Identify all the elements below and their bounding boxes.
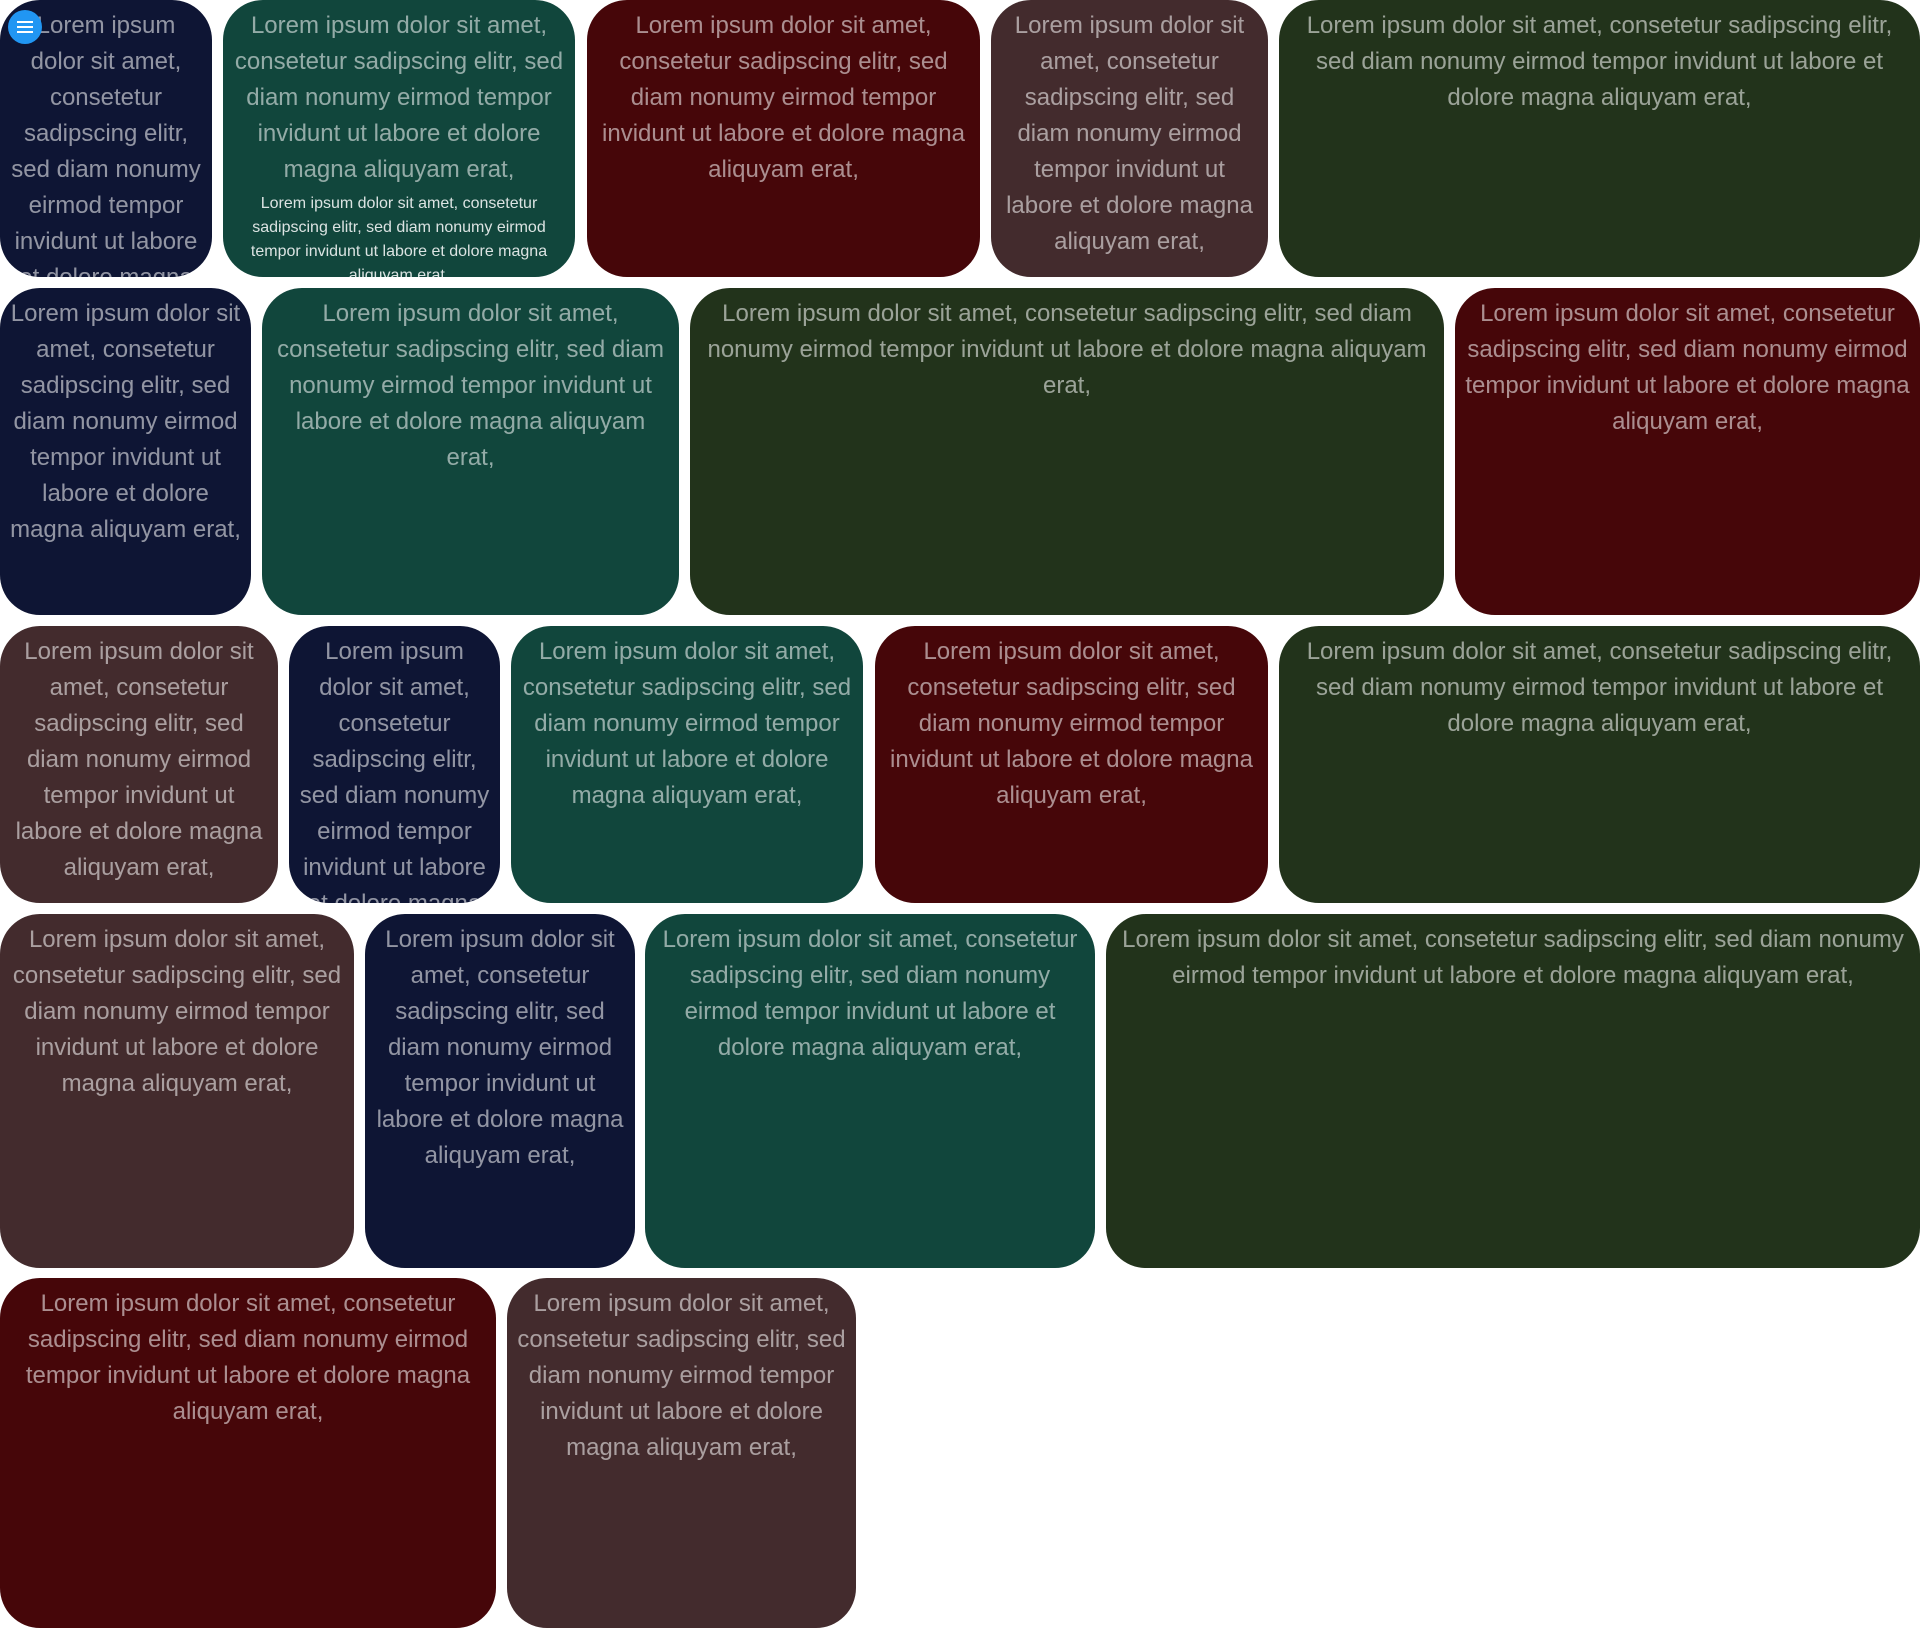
tile-text: Lorem ipsum dolor sit amet, consetetur s… bbox=[1122, 926, 1904, 989]
tile[interactable]: Lorem ipsum dolor sit amet, consetetur s… bbox=[690, 288, 1444, 615]
tile[interactable]: Lorem ipsum dolor sit amet, consetetur s… bbox=[511, 626, 863, 903]
tile-text: Lorem ipsum dolor sit amet, consetetur s… bbox=[25, 1290, 471, 1425]
hamburger-menu-icon bbox=[17, 21, 33, 23]
tile[interactable]: Lorem ipsum dolor sit amet, consetetur s… bbox=[365, 914, 635, 1268]
tile[interactable]: Lorem ipsum dolor sit amet, consetetur s… bbox=[262, 288, 679, 615]
tile-text: Lorem ipsum dolor sit amet, consetetur s… bbox=[12, 926, 342, 1097]
tile[interactable]: Lorem ipsum dolor sit amet, consetetur s… bbox=[1455, 288, 1920, 615]
tile[interactable]: Lorem ipsum dolor sit amet, consetetur s… bbox=[289, 626, 500, 903]
tile-text: Lorem ipsum dolor sit amet, consetetur s… bbox=[890, 638, 1253, 809]
tile[interactable]: Lorem ipsum dolor sit amet, consetetur s… bbox=[507, 1278, 856, 1628]
tile[interactable]: Lorem ipsum dolor sit amet, consetetur s… bbox=[587, 0, 980, 277]
tile[interactable]: Lorem ipsum dolor sit amet, consetetur s… bbox=[0, 288, 251, 615]
tile[interactable]: Lorem ipsum dolor sit amet, consetetur s… bbox=[0, 626, 278, 903]
tile-text: Lorem ipsum dolor sit amet, consetetur s… bbox=[299, 638, 490, 903]
tile-text: Lorem ipsum dolor sit amet, consetetur s… bbox=[10, 300, 241, 543]
tile-text: Lorem ipsum dolor sit amet, consetetur s… bbox=[1465, 300, 1910, 435]
tile[interactable]: Lorem ipsum dolor sit amet, consetetur s… bbox=[223, 0, 575, 277]
tile-subtext: Lorem ipsum dolor sit amet, consetetur s… bbox=[250, 195, 548, 277]
tile-text: Lorem ipsum dolor sit amet, consetetur s… bbox=[234, 12, 564, 183]
tile[interactable]: Lorem ipsum dolor sit amet, consetetur s… bbox=[1279, 626, 1920, 903]
tile-text: Lorem ipsum dolor sit amet, consetetur s… bbox=[707, 300, 1427, 399]
tile-text: Lorem ipsum dolor sit amet, consetetur s… bbox=[517, 1290, 846, 1461]
tile-text: Lorem ipsum dolor sit amet, consetetur s… bbox=[602, 12, 965, 183]
tile[interactable]: Lorem ipsum dolor sit amet, consetetur s… bbox=[645, 914, 1095, 1268]
tile[interactable]: Lorem ipsum dolor sit amet, consetetur s… bbox=[0, 1278, 496, 1628]
tile-text: Lorem ipsum dolor sit amet, consetetur s… bbox=[376, 926, 624, 1169]
tile[interactable]: Lorem ipsum dolor sit amet, consetetur s… bbox=[875, 626, 1268, 903]
hamburger-menu-icon-bar bbox=[17, 26, 33, 28]
tile-text: Lorem ipsum dolor sit amet, consetetur s… bbox=[11, 12, 201, 277]
tile[interactable]: Lorem ipsum dolor sit amet, consetetur s… bbox=[1106, 914, 1920, 1268]
tile-text: Lorem ipsum dolor sit amet, consetetur s… bbox=[522, 638, 852, 809]
tile-text: Lorem ipsum dolor sit amet, consetetur s… bbox=[1006, 12, 1253, 255]
tile-text: Lorem ipsum dolor sit amet, consetetur s… bbox=[662, 926, 1078, 1061]
hamburger-menu-icon-bar bbox=[17, 31, 33, 33]
tile[interactable]: Lorem ipsum dolor sit amet, consetetur s… bbox=[0, 914, 354, 1268]
tile[interactable]: Lorem ipsum dolor sit amet, consetetur s… bbox=[991, 0, 1268, 277]
tile-text: Lorem ipsum dolor sit amet, consetetur s… bbox=[277, 300, 664, 471]
hamburger-menu-button[interactable] bbox=[8, 10, 42, 44]
tile-text: Lorem ipsum dolor sit amet, consetetur s… bbox=[1306, 12, 1893, 111]
tile-text: Lorem ipsum dolor sit amet, consetetur s… bbox=[1306, 638, 1893, 737]
tile-text: Lorem ipsum dolor sit amet, consetetur s… bbox=[15, 638, 263, 881]
tile[interactable]: Lorem ipsum dolor sit amet, consetetur s… bbox=[1279, 0, 1920, 277]
